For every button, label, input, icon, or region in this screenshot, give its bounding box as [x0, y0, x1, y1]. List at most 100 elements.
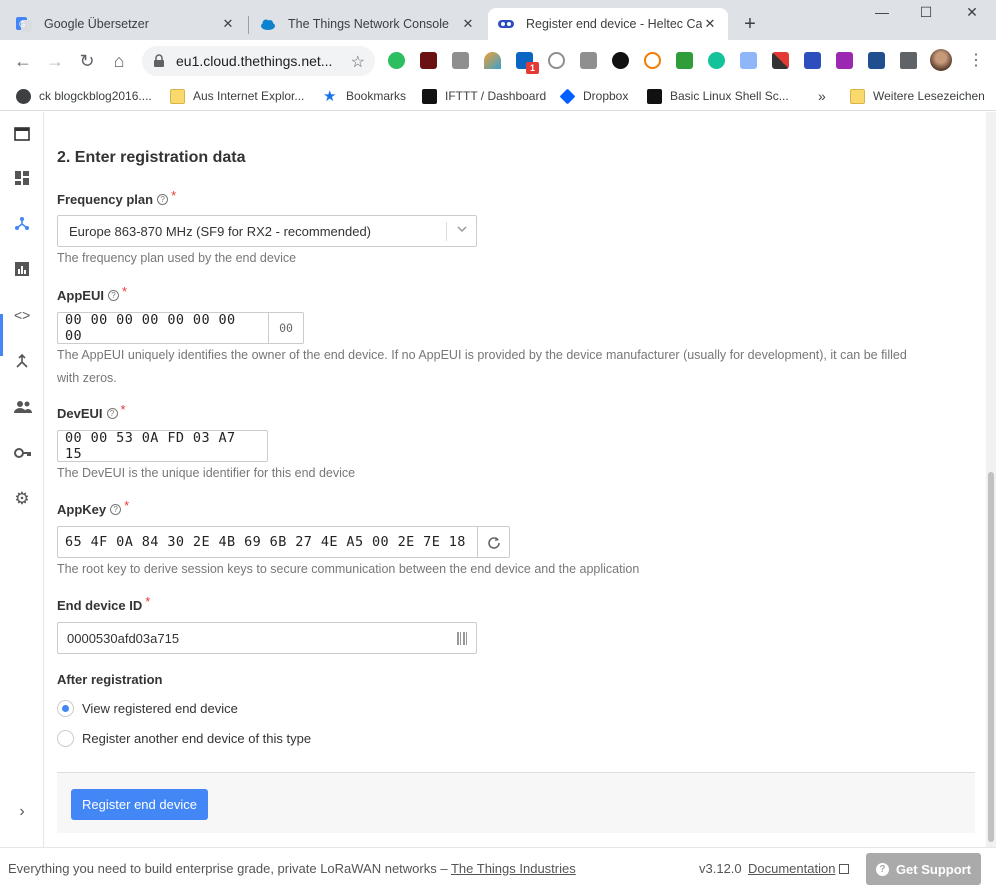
get-support-button[interactable]: ? Get Support — [866, 853, 981, 885]
help-icon[interactable]: ? — [107, 290, 119, 301]
register-end-device-button[interactable]: Register end device — [71, 789, 208, 820]
bookmark-item[interactable]: Aus Internet Explor... — [170, 86, 304, 106]
help-icon[interactable]: ? — [157, 194, 169, 205]
documentation-link-text[interactable]: Documentation — [748, 861, 835, 876]
extension-screen-icon[interactable] — [868, 52, 885, 69]
collaborators-icon[interactable] — [14, 399, 32, 415]
app-key-value: 65 4F 0A 84 30 2E 4B 69 6B 27 4E A5 00 2… — [65, 534, 466, 550]
end-device-id-input[interactable]: 0000530afd03a715 — [57, 622, 477, 654]
bookmark-item[interactable]: Basic Linux Shell Sc... — [647, 86, 789, 106]
google-docs-icon[interactable] — [740, 52, 757, 69]
new-tab-button[interactable]: + — [738, 13, 762, 36]
folder-icon — [850, 88, 865, 104]
profile-avatar[interactable] — [930, 49, 952, 71]
window-close-icon[interactable]: ✕ — [962, 4, 982, 21]
radio-register-another[interactable]: Register another end device of this type — [57, 730, 311, 747]
console-footer: Everything you need to build enterprise … — [0, 847, 996, 890]
integrations-icon[interactable] — [14, 353, 30, 369]
app-eui-input[interactable]: 00 00 00 00 00 00 00 00 00 — [57, 312, 304, 344]
active-indicator — [0, 314, 3, 356]
bookmark-item[interactable]: Weitere Lesezeichen — [850, 86, 985, 106]
app-eui-value: 00 00 00 00 00 00 00 00 — [65, 312, 236, 344]
maximize-icon[interactable]: ☐ — [916, 4, 936, 21]
close-icon[interactable]: ✕ — [220, 16, 236, 32]
page-scrollbar[interactable] — [986, 112, 996, 847]
reload-icon[interactable]: ↻ — [77, 51, 97, 71]
required-marker: * — [120, 402, 126, 417]
ttn-icon — [498, 16, 514, 32]
required-marker: * — [171, 188, 177, 203]
window-icon[interactable] — [14, 126, 30, 142]
bookmark-item[interactable]: ck blogckblog2016.... — [16, 86, 152, 106]
regenerate-icon[interactable] — [477, 527, 509, 557]
extension-e-icon[interactable] — [612, 52, 629, 69]
help-icon[interactable]: ? — [110, 504, 122, 515]
payload-formatters-icon[interactable]: <> — [14, 307, 30, 323]
barcode-icon — [457, 632, 468, 645]
main-content: 2. Enter registration data Frequency pla… — [44, 112, 986, 847]
minimize-icon[interactable]: — — [872, 4, 892, 20]
label-text: After registration — [57, 672, 163, 687]
label-text: End device ID — [57, 598, 143, 613]
evernote-icon[interactable] — [388, 52, 405, 69]
chrome-menu-icon[interactable]: ⋮ — [968, 50, 984, 70]
frequency-plan-select[interactable]: Europe 863-870 MHz (SF9 for RX2 - recomm… — [57, 215, 477, 247]
chevron-down-icon[interactable] — [456, 223, 468, 238]
tab-register-end-device[interactable]: Register end device - Heltec Capsule ✕ — [488, 8, 728, 40]
extension-scissors-icon[interactable] — [772, 52, 789, 69]
radio-button[interactable] — [57, 730, 74, 747]
extension-purple-icon[interactable] — [836, 52, 853, 69]
tab-ttn-console[interactable]: The Things Network Console ✕ — [250, 8, 486, 40]
more-bookmarks-chevron[interactable]: » — [818, 86, 826, 106]
notification-badge: 1 — [526, 62, 539, 74]
dev-eui-input[interactable]: 00 00 53 0A FD 03 A7 15 — [57, 430, 268, 462]
tab-google-translate[interactable]: G Google Übersetzer ✕ — [6, 8, 246, 40]
bookmark-item[interactable]: Dropbox — [559, 86, 628, 106]
api-keys-icon[interactable] — [14, 445, 31, 461]
bookmark-label: Bookmarks — [346, 89, 407, 103]
tab-title: The Things Network Console — [288, 17, 449, 31]
close-icon[interactable]: ✕ — [460, 16, 476, 32]
end-devices-icon[interactable] — [14, 215, 30, 231]
extension-check-icon[interactable] — [676, 52, 693, 69]
tti-link[interactable]: The Things Industries — [451, 861, 576, 876]
end-device-id-value: 0000530afd03a715 — [67, 630, 180, 646]
close-icon[interactable]: ✕ — [702, 16, 718, 32]
help-icon[interactable]: ? — [106, 408, 118, 419]
radio-button[interactable] — [57, 700, 74, 717]
dashboard-icon[interactable] — [14, 170, 30, 186]
settings-gear-icon[interactable]: ⚙ — [14, 490, 30, 507]
data-chart-icon[interactable] — [14, 261, 30, 277]
app-eui-fill-zeros-button[interactable]: 00 — [268, 313, 303, 343]
ifttt-icon — [422, 88, 437, 104]
radio-label: View registered end device — [82, 701, 238, 716]
documentation-link[interactable]: Documentation — [748, 861, 850, 876]
home-icon[interactable]: ⌂ — [109, 51, 129, 71]
grammarly-icon[interactable] — [708, 52, 725, 69]
back-icon[interactable]: ← — [13, 51, 33, 71]
extensions-puzzle-icon[interactable] — [900, 52, 917, 69]
extension-gray-icon[interactable] — [452, 52, 469, 69]
scrollbar-thumb[interactable] — [988, 472, 994, 842]
extension-bulb-icon[interactable] — [580, 52, 597, 69]
label-text: AppKey — [57, 502, 107, 517]
expand-sidebar-chevron-icon[interactable]: › — [14, 804, 30, 820]
app-eui-label: AppEUI ? * — [57, 284, 127, 303]
extension-b-icon[interactable] — [644, 52, 661, 69]
tab-title: Google Übersetzer — [44, 17, 149, 31]
dev-eui-value: 00 00 53 0A FD 03 A7 15 — [65, 430, 236, 462]
app-key-input[interactable]: 65 4F 0A 84 30 2E 4B 69 6B 27 4E A5 00 2… — [57, 526, 510, 558]
address-bar[interactable]: eu1.cloud.thethings.net... ☆ — [142, 46, 375, 76]
extension-arc-icon[interactable] — [484, 52, 501, 69]
bookmark-item[interactable]: IFTTT / Dashboard — [422, 86, 546, 106]
bookmark-item[interactable]: ★ Bookmarks — [323, 86, 406, 106]
after-registration-label: After registration — [57, 672, 162, 687]
svg-text:G: G — [19, 20, 25, 29]
google-translate-icon: G — [16, 16, 32, 32]
extension-h-icon[interactable] — [420, 52, 437, 69]
forward-icon[interactable]: → — [45, 51, 65, 71]
bookmark-star-icon[interactable]: ☆ — [351, 52, 365, 72]
extension-bars-icon[interactable] — [804, 52, 821, 69]
radio-view-registered[interactable]: View registered end device — [57, 700, 238, 717]
extension-circle-icon[interactable] — [548, 52, 565, 69]
